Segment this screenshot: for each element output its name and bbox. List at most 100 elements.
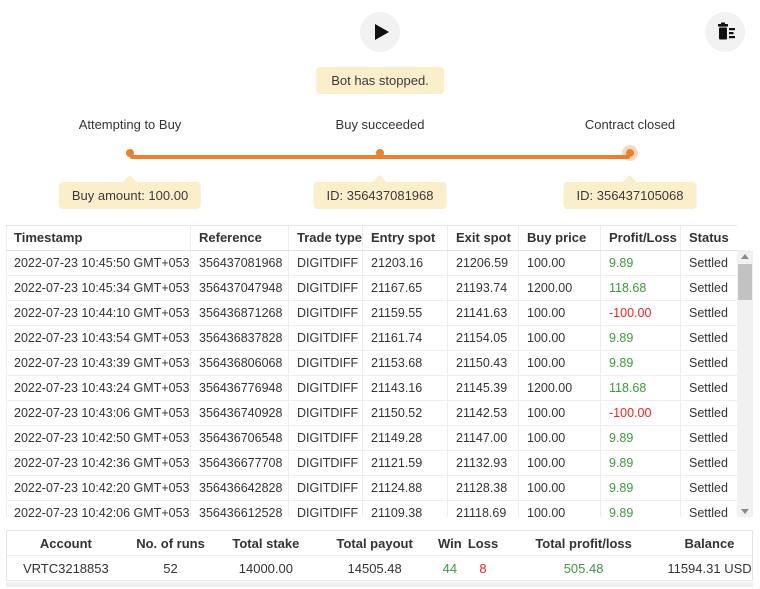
- cell-timestamp: 2022-07-23 10:42:20 GMT+0530: [6, 475, 191, 501]
- bot-trading-panel: Bot has stopped. Attempting to Buy Buy s…: [0, 0, 760, 589]
- cell-reference: 356436642828: [190, 475, 289, 501]
- cell-profit_loss: 9.89: [600, 250, 681, 276]
- cell-trade_type: DIGITDIFF: [288, 275, 363, 301]
- cell-status: Settled: [680, 350, 737, 376]
- table-row[interactable]: 2022-07-23 10:42:06 GMT+0530 356436612528…: [6, 500, 737, 517]
- cell-trade_type: DIGITDIFF: [288, 350, 363, 376]
- table-row[interactable]: 2022-07-23 10:42:50 GMT+0530 356436706548…: [6, 425, 737, 451]
- cell-profit_loss: -100.00: [600, 300, 681, 326]
- cell-entry_spot: 21167.65: [362, 275, 448, 301]
- summary-value-win: 44: [442, 560, 458, 576]
- table-row[interactable]: 2022-07-23 10:44:10 GMT+0530 356436871268…: [6, 300, 737, 326]
- cell-trade_type: DIGITDIFF: [288, 325, 363, 351]
- summary-value-payout: 14505.48: [347, 560, 402, 576]
- cell-status: Settled: [680, 450, 737, 476]
- cell-timestamp: 2022-07-23 10:43:06 GMT+0530: [6, 400, 191, 426]
- run-bot-button[interactable]: [360, 12, 400, 52]
- cell-entry_spot: 21150.52: [362, 400, 448, 426]
- cell-entry_spot: 21149.28: [362, 425, 448, 451]
- table-row[interactable]: 2022-07-23 10:43:24 GMT+0530 356436776948…: [6, 375, 737, 401]
- cell-reference: 356436740928: [190, 400, 289, 426]
- table-row[interactable]: 2022-07-23 10:45:50 GMT+0530 356437081968…: [6, 250, 737, 276]
- triangle-down-icon: [741, 508, 749, 514]
- cell-buy_price: 100.00: [518, 250, 601, 276]
- trash-icon: [718, 22, 735, 40]
- cell-timestamp: 2022-07-23 10:44:10 GMT+0530: [6, 300, 191, 326]
- buy-amount-badge: Buy amount: 100.00: [58, 182, 202, 209]
- cell-reference: 356436806068: [190, 350, 289, 376]
- cell-timestamp: 2022-07-23 10:43:39 GMT+0530: [6, 350, 191, 376]
- cell-reference: 356437081968: [190, 250, 289, 276]
- cell-status: Settled: [680, 475, 737, 501]
- cell-timestamp: 2022-07-23 10:43:24 GMT+0530: [6, 375, 191, 401]
- cell-timestamp: 2022-07-23 10:42:36 GMT+0530: [6, 450, 191, 476]
- column-header-exit_spot: Exit spot: [447, 226, 519, 251]
- summary-header-stake: Total stake: [216, 531, 316, 556]
- tracker-dot-attempting-to-buy: [126, 149, 134, 157]
- contract-tracker: Attempting to Buy Buy succeeded Contract…: [0, 108, 760, 213]
- scroll-up-button[interactable]: [737, 250, 753, 262]
- cell-trade_type: DIGITDIFF: [288, 300, 363, 326]
- cell-trade_type: DIGITDIFF: [288, 250, 363, 276]
- cell-timestamp: 2022-07-23 10:43:54 GMT+0530: [6, 325, 191, 351]
- tracker-dot-buy-succeeded: [376, 149, 384, 157]
- cell-profit_loss: 9.89: [600, 475, 681, 501]
- table-row[interactable]: 2022-07-23 10:43:39 GMT+0530 356436806068…: [6, 350, 737, 376]
- scrollbar-thumb[interactable]: [738, 264, 752, 300]
- status-banner: Bot has stopped.: [316, 67, 444, 94]
- cell-buy_price: 100.00: [518, 425, 601, 451]
- table-row[interactable]: 2022-07-23 10:42:36 GMT+0530 356436677708…: [6, 450, 737, 476]
- cell-status: Settled: [680, 375, 737, 401]
- cell-exit_spot: 21142.53: [447, 400, 519, 426]
- cell-profit_loss: 9.89: [600, 500, 681, 517]
- cell-entry_spot: 21161.74: [362, 325, 448, 351]
- vertical-scrollbar[interactable]: [737, 250, 753, 517]
- column-header-reference: Reference: [190, 226, 289, 251]
- clear-transactions-button[interactable]: [705, 12, 745, 52]
- cell-timestamp: 2022-07-23 10:42:06 GMT+0530: [6, 500, 191, 517]
- cell-exit_spot: 21128.38: [447, 475, 519, 501]
- cell-trade_type: DIGITDIFF: [288, 450, 363, 476]
- cell-profit_loss: 118.68: [600, 275, 681, 301]
- cell-trade_type: DIGITDIFF: [288, 475, 363, 501]
- summary-value-profit: 505.48: [563, 560, 604, 576]
- cell-exit_spot: 21154.05: [447, 325, 519, 351]
- summary-header-row: Account No. of runs Total stake Total payou…: [7, 531, 752, 556]
- summary-value-loss: 8: [479, 560, 487, 576]
- cell-entry_spot: 21143.16: [362, 375, 448, 401]
- cell-timestamp: 2022-07-23 10:45:34 GMT+0530: [6, 275, 191, 301]
- cell-profit_loss: 118.68: [600, 375, 681, 401]
- triangle-up-icon: [741, 253, 749, 259]
- summary-value-balance: 11594.31 USD: [667, 560, 752, 576]
- cell-trade_type: DIGITDIFF: [288, 400, 363, 426]
- summary-header-balance: Balance: [667, 531, 752, 556]
- cell-entry_spot: 21109.38: [362, 500, 448, 517]
- table-header-row: Timestamp Reference Trade type Entry spot Ex…: [6, 226, 737, 251]
- cell-entry_spot: 21203.16: [362, 250, 448, 276]
- table-row[interactable]: 2022-07-23 10:43:54 GMT+0530 356436837828…: [6, 325, 737, 351]
- summary-header-account: Account: [7, 531, 125, 556]
- cell-reference: 356436677708: [190, 450, 289, 476]
- table-row[interactable]: 2022-07-23 10:45:34 GMT+0530 356437047948…: [6, 275, 737, 301]
- column-header-timestamp: Timestamp: [6, 226, 191, 251]
- column-header-trade_type: Trade type: [288, 226, 363, 251]
- table-row[interactable]: 2022-07-23 10:42:20 GMT+0530 356436642828…: [6, 475, 737, 501]
- horizontal-scrollbar[interactable]: [6, 582, 753, 587]
- column-header-buy_price: Buy price: [518, 226, 601, 251]
- cell-entry_spot: 21124.88: [362, 475, 448, 501]
- cell-buy_price: 1200.00: [518, 375, 601, 401]
- cell-reference: 356436706548: [190, 425, 289, 451]
- stage-label-buy-succeeded: Buy succeeded: [335, 117, 425, 132]
- cell-exit_spot: 21145.39: [447, 375, 519, 401]
- cell-timestamp: 2022-07-23 10:45:50 GMT+0530: [6, 250, 191, 276]
- column-header-profit_loss: Profit/Loss: [600, 226, 681, 251]
- scroll-down-button[interactable]: [737, 505, 753, 517]
- cell-buy_price: 100.00: [518, 325, 601, 351]
- cell-exit_spot: 21141.63: [447, 300, 519, 326]
- cell-entry_spot: 21159.55: [362, 300, 448, 326]
- column-header-status: Status: [680, 226, 737, 251]
- summary-header-profit: Total profit/loss: [500, 531, 668, 556]
- summary-header-payout: Total payout: [315, 531, 434, 556]
- cell-exit_spot: 21147.00: [447, 425, 519, 451]
- table-row[interactable]: 2022-07-23 10:43:06 GMT+0530 356436740928…: [6, 400, 737, 426]
